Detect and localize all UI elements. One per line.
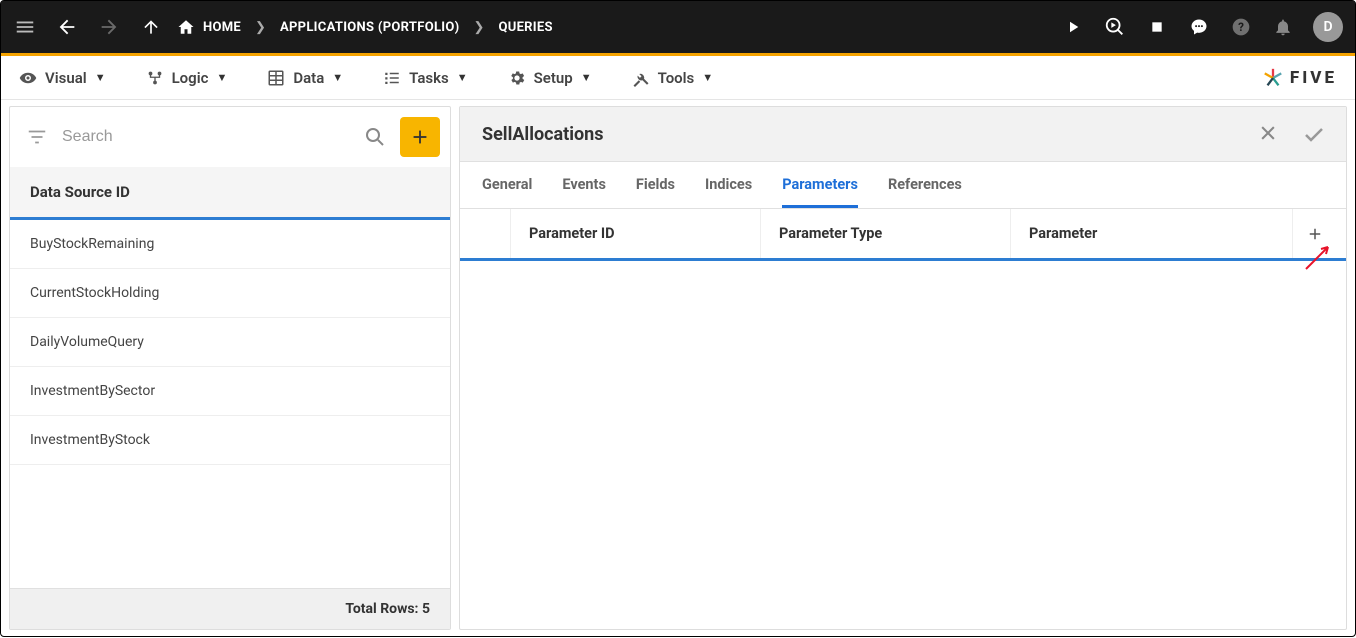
caret-down-icon: ▼ bbox=[216, 71, 227, 84]
breadcrumb-queries[interactable]: QUERIES bbox=[498, 20, 552, 35]
menu-tools[interactable]: Tools ▼ bbox=[632, 69, 714, 87]
chat-icon[interactable] bbox=[1187, 15, 1211, 39]
list-item[interactable]: DailyVolumeQuery bbox=[10, 318, 450, 367]
menu-setup[interactable]: Setup ▼ bbox=[508, 69, 592, 87]
bell-icon[interactable] bbox=[1271, 15, 1295, 39]
checklist-icon bbox=[383, 69, 401, 87]
eye-icon bbox=[19, 69, 37, 87]
breadcrumbs: HOME ❯ APPLICATIONS (PORTFOLIO) ❯ QUERIE… bbox=[177, 18, 553, 36]
datasource-list: BuyStockRemaining CurrentStockHolding Da… bbox=[10, 220, 450, 588]
breadcrumb-home-label: HOME bbox=[203, 20, 241, 35]
menu-logic[interactable]: Logic ▼ bbox=[146, 69, 228, 87]
stop-icon[interactable] bbox=[1145, 15, 1169, 39]
detail-panel: SellAllocations General Events Fields In… bbox=[459, 106, 1347, 630]
home-icon bbox=[177, 18, 195, 36]
topbar: HOME ❯ APPLICATIONS (PORTFOLIO) ❯ QUERIE… bbox=[1, 1, 1355, 53]
tab-references[interactable]: References bbox=[888, 162, 962, 208]
caret-down-icon: ▼ bbox=[457, 71, 468, 84]
breadcrumb-apps[interactable]: APPLICATIONS (PORTFOLIO) bbox=[280, 20, 460, 35]
tab-fields[interactable]: Fields bbox=[636, 162, 675, 208]
hamburger-icon[interactable] bbox=[13, 15, 37, 39]
caret-down-icon: ▼ bbox=[581, 71, 592, 84]
list-item[interactable]: BuyStockRemaining bbox=[10, 220, 450, 269]
brand-logo: FIVE bbox=[1262, 67, 1337, 89]
add-datasource-button[interactable] bbox=[400, 117, 440, 157]
chevron-right-icon: ❯ bbox=[255, 20, 266, 35]
datasource-column-header[interactable]: Data Source ID bbox=[10, 167, 450, 220]
list-item[interactable]: InvestmentByStock bbox=[10, 416, 450, 465]
logic-icon bbox=[146, 69, 164, 87]
menu-visual[interactable]: Visual ▼ bbox=[19, 69, 106, 87]
datasource-list-panel: Data Source ID BuyStockRemaining Current… bbox=[9, 106, 451, 630]
search-row bbox=[10, 107, 450, 167]
detail-title: SellAllocations bbox=[482, 124, 603, 145]
caret-down-icon: ▼ bbox=[702, 71, 713, 84]
menu-tools-label: Tools bbox=[658, 69, 695, 87]
user-avatar[interactable]: D bbox=[1313, 12, 1343, 42]
detail-actions bbox=[1258, 123, 1324, 145]
back-icon[interactable] bbox=[55, 15, 79, 39]
menu-tasks[interactable]: Tasks ▼ bbox=[383, 69, 467, 87]
nav-icons bbox=[13, 15, 163, 39]
plus-icon bbox=[1306, 225, 1324, 243]
param-col-parameter[interactable]: Parameter bbox=[1010, 209, 1292, 258]
content: Data Source ID BuyStockRemaining Current… bbox=[1, 100, 1355, 638]
detail-header: SellAllocations bbox=[460, 107, 1346, 162]
menu-tasks-label: Tasks bbox=[409, 69, 449, 87]
gear-icon bbox=[508, 69, 526, 87]
search-input[interactable] bbox=[62, 128, 350, 146]
menu-setup-label: Setup bbox=[534, 69, 573, 87]
logo-mark-icon bbox=[1262, 67, 1284, 89]
caret-down-icon: ▼ bbox=[332, 71, 343, 84]
menu-data-label: Data bbox=[293, 69, 324, 87]
forward-icon bbox=[97, 15, 121, 39]
tab-indices[interactable]: Indices bbox=[705, 162, 752, 208]
close-icon[interactable] bbox=[1258, 123, 1280, 145]
up-icon[interactable] bbox=[139, 15, 163, 39]
param-col-type[interactable]: Parameter Type bbox=[760, 209, 1010, 258]
chevron-right-icon: ❯ bbox=[474, 20, 485, 35]
avatar-letter: D bbox=[1323, 19, 1332, 35]
list-item[interactable]: InvestmentBySector bbox=[10, 367, 450, 416]
caret-down-icon: ▼ bbox=[95, 71, 106, 84]
menubar: Visual ▼ Logic ▼ Data ▼ Tasks ▼ Setup ▼ … bbox=[1, 56, 1355, 100]
search-icon[interactable] bbox=[358, 120, 392, 154]
zoom-play-icon[interactable] bbox=[1103, 15, 1127, 39]
menu-logic-label: Logic bbox=[172, 69, 209, 87]
detail-tabs: General Events Fields Indices Parameters… bbox=[460, 162, 1346, 209]
help-icon[interactable]: ? bbox=[1229, 15, 1253, 39]
filter-icon[interactable] bbox=[20, 120, 54, 154]
param-col-spacer bbox=[460, 218, 510, 250]
menu-data[interactable]: Data ▼ bbox=[267, 69, 343, 87]
tab-general[interactable]: General bbox=[482, 162, 532, 208]
tab-parameters[interactable]: Parameters bbox=[782, 162, 858, 208]
parameters-header-row: Parameter ID Parameter Type Parameter bbox=[460, 209, 1346, 261]
topbar-right-icons: ? D bbox=[1061, 12, 1343, 42]
param-col-id[interactable]: Parameter ID bbox=[510, 209, 760, 258]
add-parameter-button[interactable] bbox=[1292, 209, 1336, 258]
breadcrumb-home[interactable]: HOME bbox=[177, 18, 241, 36]
tab-events[interactable]: Events bbox=[562, 162, 606, 208]
svg-text:?: ? bbox=[1238, 20, 1244, 34]
menu-visual-label: Visual bbox=[45, 69, 87, 87]
breadcrumb-apps-label: APPLICATIONS (PORTFOLIO) bbox=[280, 20, 460, 35]
datasource-footer: Total Rows: 5 bbox=[10, 588, 450, 629]
play-icon[interactable] bbox=[1061, 15, 1085, 39]
check-icon[interactable] bbox=[1302, 123, 1324, 145]
grid-icon bbox=[267, 69, 285, 87]
list-item[interactable]: CurrentStockHolding bbox=[10, 269, 450, 318]
tools-icon bbox=[632, 69, 650, 87]
plus-icon bbox=[409, 126, 431, 148]
breadcrumb-queries-label: QUERIES bbox=[498, 20, 552, 35]
logo-text: FIVE bbox=[1290, 68, 1337, 88]
